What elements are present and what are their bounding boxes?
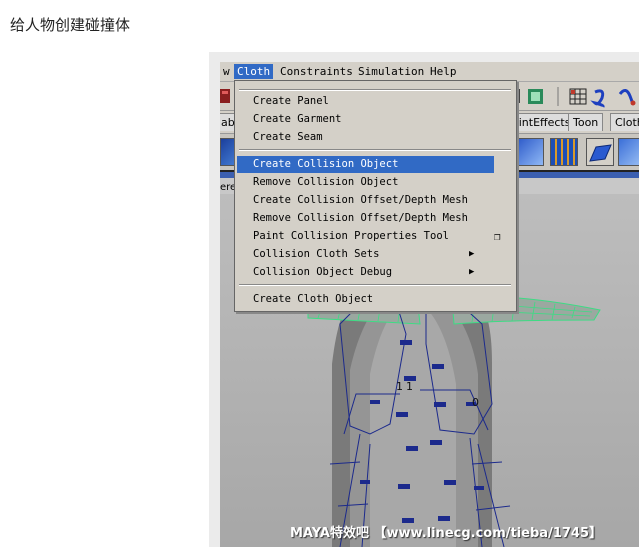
shelf-cube-icon[interactable] — [516, 138, 544, 166]
menu-window[interactable]: w — [220, 64, 233, 79]
menu-item-create-garment[interactable]: Create Garment — [237, 111, 494, 128]
tab-cloth[interactable]: Cloth — [610, 113, 639, 131]
menu-item-collision-cloth-sets[interactable]: Collision Cloth Sets ▶ — [237, 246, 494, 263]
menu-tearoff-line[interactable] — [239, 89, 511, 91]
tab-paint-effects[interactable]: aintEffects — [507, 113, 576, 131]
menu-item-create-collision-object[interactable]: Create Collision Object — [237, 156, 494, 173]
submenu-arrow-icon: ▶ — [469, 249, 475, 259]
watermark: MAYA特效吧 【www.linecg.com/tieba/1745】 — [290, 526, 603, 541]
vertex-label-right: 0 — [472, 396, 479, 409]
curve-snap-icon[interactable] — [590, 89, 605, 108]
menu-simulation[interactable]: Simulation — [355, 64, 427, 79]
menu-bar: w Cloth Constraints Simulation Help — [220, 62, 639, 82]
menu-item-label: Collision Cloth Sets — [253, 248, 380, 260]
menu-item-collision-object-debug[interactable]: Collision Object Debug ▶ — [237, 264, 494, 281]
option-box-icon[interactable]: ❐ — [494, 230, 501, 243]
vertex-label-mid: 1 — [406, 380, 413, 393]
menu-item-paint-collision-tool[interactable]: Paint Collision Properties Tool — [237, 228, 494, 245]
menu-item-remove-collision-object[interactable]: Remove Collision Object — [237, 174, 494, 191]
menu-help[interactable]: Help — [427, 64, 460, 79]
menu-constraints[interactable]: Constraints — [277, 64, 356, 79]
menu-item-create-panel[interactable]: Create Panel — [237, 93, 494, 110]
shelf-solver-icon[interactable] — [618, 138, 639, 166]
menu-item-create-collision-offset[interactable]: Create Collision Offset/Depth Mesh — [237, 192, 494, 209]
render-region-icon[interactable] — [528, 89, 543, 104]
vertex-label-left: 1 — [396, 380, 403, 393]
tab-toon[interactable]: Toon — [568, 113, 604, 131]
grid-snap-icon[interactable] — [569, 88, 587, 105]
menu-item-create-cloth-object[interactable]: Create Cloth Object — [237, 291, 494, 308]
shelf-plane-icon[interactable] — [586, 138, 614, 166]
menu-separator — [239, 284, 511, 286]
point-snap-icon[interactable] — [618, 89, 636, 106]
render-icon[interactable] — [220, 89, 230, 103]
menu-item-remove-collision-offset[interactable]: Remove Collision Offset/Depth Mesh — [237, 210, 494, 227]
cloth-dropdown-menu: Create Panel Create Garment Create Seam … — [234, 80, 517, 312]
menu-cloth[interactable]: Cloth — [234, 64, 274, 79]
page-heading: 给人物创建碰撞体 — [10, 16, 131, 34]
submenu-arrow-icon: ▶ — [469, 267, 475, 277]
menu-separator — [239, 149, 511, 151]
shelf-grid-icon[interactable] — [550, 138, 578, 166]
menu-item-label: Collision Object Debug — [253, 266, 393, 278]
menu-item-create-seam[interactable]: Create Seam — [237, 129, 494, 146]
